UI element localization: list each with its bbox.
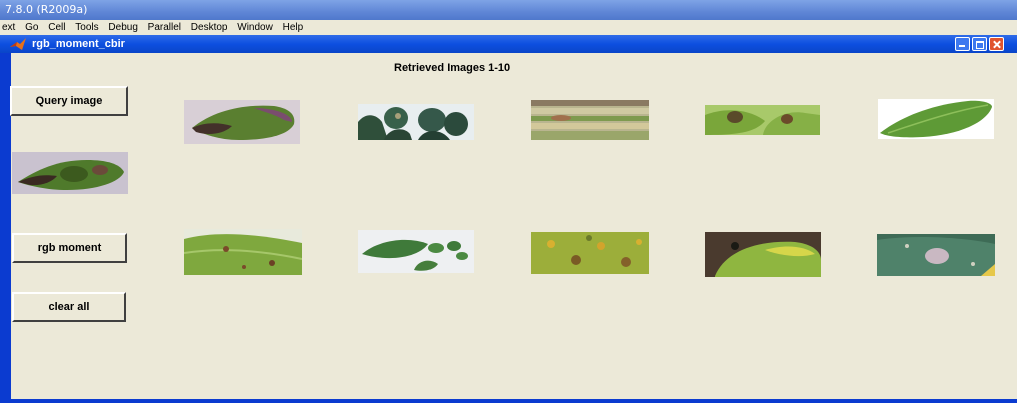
maximize-icon[interactable] [972,37,987,51]
retrieved-image-9 [705,232,821,277]
query-image [12,152,128,194]
retrieved-image-1 [184,100,300,144]
retrieved-image-6 [184,229,302,275]
query-image-button[interactable]: Query image [10,86,128,116]
outer-window-title: 7.8.0 (R2009a) [0,0,1017,20]
retrieved-images-heading: Retrieved Images 1-10 [394,62,511,74]
rgb-moment-button[interactable]: rgb moment [12,233,127,263]
retrieved-image-2 [358,104,474,140]
matlab-logo-icon [10,38,26,50]
figure-title-bar[interactable]: rgb_moment_cbir [0,35,1017,53]
figure-client-area [11,53,1017,399]
menu-item-help[interactable]: Help [283,20,304,35]
retrieved-image-8 [531,232,649,274]
menu-item-debug[interactable]: Debug [108,20,137,35]
retrieved-image-3 [531,100,649,140]
retrieved-image-4 [705,105,820,135]
menu-item-parallel[interactable]: Parallel [148,20,181,35]
menu-item-desktop[interactable]: Desktop [191,20,228,35]
menu-item-cell[interactable]: Cell [48,20,65,35]
menubar: ext Go Cell Tools Debug Parallel Desktop… [0,20,1017,35]
menu-item-window[interactable]: Window [237,20,273,35]
figure-title: rgb_moment_cbir [32,38,125,50]
retrieved-image-7 [358,230,474,273]
retrieved-image-10 [877,234,995,276]
clear-all-button[interactable]: clear all [12,292,126,322]
menu-item-tools[interactable]: Tools [75,20,98,35]
minimize-icon[interactable] [955,37,970,51]
retrieved-image-5 [878,99,994,139]
menu-item-go[interactable]: Go [25,20,38,35]
menu-item-text[interactable]: ext [2,20,15,35]
close-icon[interactable] [989,37,1004,51]
